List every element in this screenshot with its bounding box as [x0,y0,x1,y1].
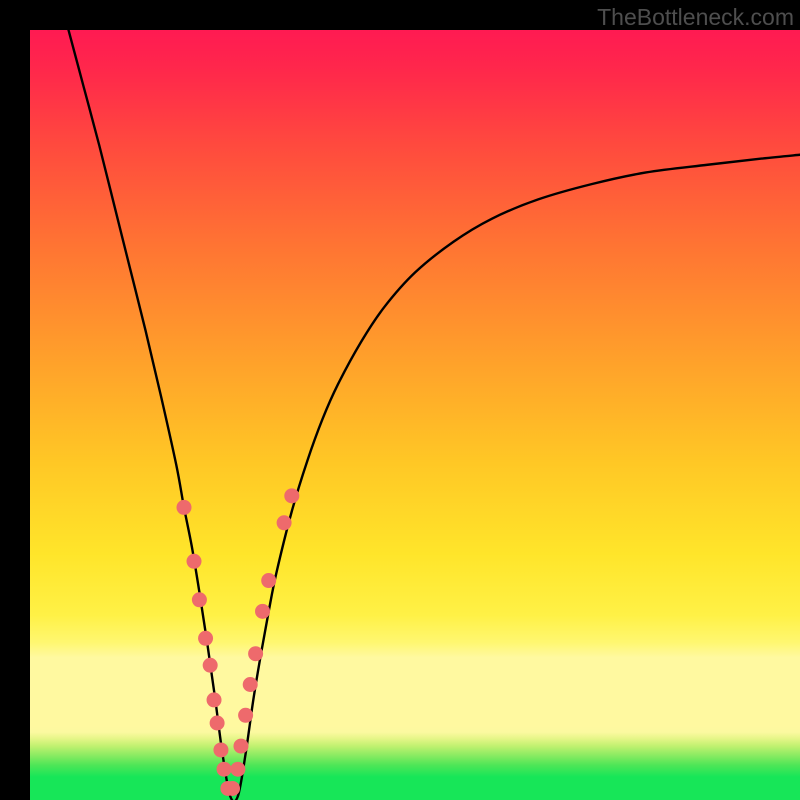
data-dots [177,488,300,796]
data-dot [225,781,240,796]
data-dot [277,515,292,530]
data-dot [192,592,207,607]
plot-area [30,30,800,800]
chart-frame: TheBottleneck.com [0,0,800,800]
data-dot [203,658,218,673]
data-dot [177,500,192,515]
data-dot [187,554,202,569]
data-dot [238,708,253,723]
data-dot [255,604,270,619]
data-dot [213,742,228,757]
data-dot [210,716,225,731]
data-dot [207,692,222,707]
curve-layer [30,30,800,800]
bottleneck-curve [69,30,800,800]
data-dot [261,573,276,588]
data-dot [217,762,232,777]
data-dot [243,677,258,692]
data-dot [198,631,213,646]
watermark-text: TheBottleneck.com [597,4,794,31]
data-dot [233,739,248,754]
data-dot [284,488,299,503]
data-dot [230,762,245,777]
data-dot [248,646,263,661]
